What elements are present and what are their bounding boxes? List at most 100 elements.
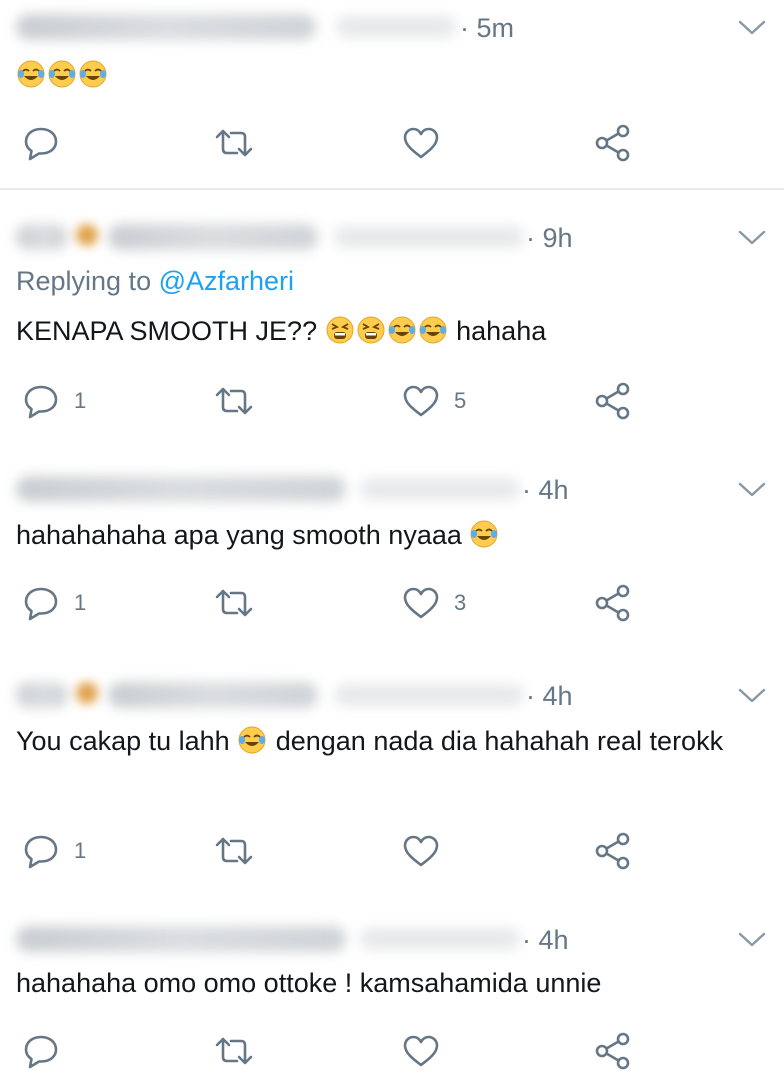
like-button[interactable]: 5 [402,378,466,424]
share-button[interactable] [594,378,632,424]
blurred-username [334,226,524,248]
tweet-text: KENAPA SMOOTH JE?? hahaha [16,310,756,352]
retweet-icon [214,385,254,417]
reply-button[interactable]: 1 [22,580,86,626]
reply-button[interactable]: 1 [22,378,86,424]
blurred-display-name [16,224,68,250]
like-button[interactable] [402,120,440,166]
share-icon [594,381,632,421]
heart-icon [402,586,440,620]
tweet-header: · 4h [16,912,768,962]
heart-icon [402,384,440,418]
tweet-text: You cakap tu lahh dengan nada dia hahaha… [16,720,756,762]
tweet-header: · 4h [16,462,768,512]
tweet-text-part: hahahahaha apa yang smooth nyaaa [16,520,462,550]
retweet-button[interactable] [214,120,254,166]
tweet-time[interactable]: · 4h [526,681,573,712]
tweet-text-part: hahaha [456,316,547,346]
blurred-emoji [76,224,98,246]
chevron-down-icon[interactable] [738,482,766,498]
face-with-tears-of-joy-icon [237,725,267,755]
retweet-icon [214,587,254,619]
retweet-button[interactable] [214,378,254,424]
tweet-text: hahahaha omo omo ottoke ! kamsahamida un… [16,962,756,1004]
tweet-actions [0,1028,784,1074]
tweet-header: · 5m [16,0,768,50]
share-button[interactable] [594,580,632,626]
tweet-text [16,54,756,96]
reply-icon [22,383,60,419]
reply-count: 1 [74,388,87,413]
share-icon [594,1031,632,1071]
reply-count: 1 [74,590,87,615]
face-with-tears-of-joy-icon [469,519,499,549]
tweet-time[interactable]: · 4h [522,925,569,956]
tweet-time[interactable]: · 4h [522,475,569,506]
tweet-actions: 1 [0,828,784,874]
face-with-tears-of-joy-icon [418,315,448,345]
share-button[interactable] [594,1028,632,1074]
replying-to: Replying to @Azfarheri [16,266,294,297]
tweet-header: · 9h [16,210,768,260]
tired-face-icon [356,315,386,345]
face-with-tears-of-joy-icon [78,59,108,89]
divider [0,188,784,190]
tweet-text-part: dengan nada dia hahahah real terokk [275,726,724,756]
blurred-display-name [16,476,346,502]
chevron-down-icon[interactable] [738,688,766,704]
tweet-actions [0,120,784,166]
tweet-text: hahahahaha apa yang smooth nyaaa [16,514,756,556]
like-button[interactable] [402,1028,440,1074]
retweet-icon [214,1035,254,1067]
face-with-tears-of-joy-icon [47,59,77,89]
tweet-text-part: hahahaha omo omo ottoke ! kamsahamida un… [16,968,602,998]
heart-icon [402,1034,440,1068]
replying-to-label: Replying to [16,266,159,296]
blurred-username [360,478,520,500]
reply-icon [22,125,60,161]
reply-button[interactable]: 1 [22,828,86,874]
reply-button[interactable] [22,120,60,166]
heart-icon [402,834,440,868]
share-button[interactable] [594,120,632,166]
mention-link[interactable]: @Azfarheri [159,266,294,296]
tweet-feed: · 5m · 9h Replying to @Azfarheri KENAPA … [0,0,784,1080]
share-icon [594,831,632,871]
retweet-icon [214,835,254,867]
tweet-text-part: KENAPA SMOOTH JE?? [16,316,318,346]
blurred-display-name [16,14,316,40]
tweet-time[interactable]: · 9h [526,223,573,254]
chevron-down-icon[interactable] [738,20,766,36]
retweet-icon [214,127,254,159]
reply-count: 1 [74,838,87,863]
like-count: 5 [454,388,467,413]
like-button[interactable]: 3 [402,580,466,626]
tweet-actions: 1 5 [0,378,784,424]
blurred-username [336,16,456,38]
blurred-display-name [16,926,346,952]
tweet-actions: 1 3 [0,580,784,626]
tweet[interactable]: · 4h hahahaha omo omo ottoke ! kamsahami… [0,912,784,1080]
chevron-down-icon[interactable] [738,230,766,246]
tweet[interactable]: · 4h You cakap tu lahh dengan nada dia h… [0,668,784,898]
face-with-tears-of-joy-icon [387,315,417,345]
chevron-down-icon[interactable] [738,932,766,948]
blurred-display-name [16,682,68,708]
tweet[interactable]: · 9h Replying to @Azfarheri KENAPA SMOOT… [0,210,784,440]
blurred-username [334,684,524,706]
tweet-time[interactable]: · 5m [460,13,514,44]
tweet[interactable]: · 5m [0,0,784,188]
retweet-button[interactable] [214,828,254,874]
reply-icon [22,1033,60,1069]
reply-icon [22,833,60,869]
tweet-text-part: You cakap tu lahh [16,726,230,756]
tweet[interactable]: · 4h hahahahaha apa yang smooth nyaaa 1 … [0,462,784,642]
share-button[interactable] [594,828,632,874]
reply-button[interactable] [22,1028,60,1074]
like-button[interactable] [402,828,440,874]
blurred-display-name [108,682,318,708]
retweet-button[interactable] [214,1028,254,1074]
tweet-header: · 4h [16,668,768,718]
retweet-button[interactable] [214,580,254,626]
tired-face-icon [325,315,355,345]
